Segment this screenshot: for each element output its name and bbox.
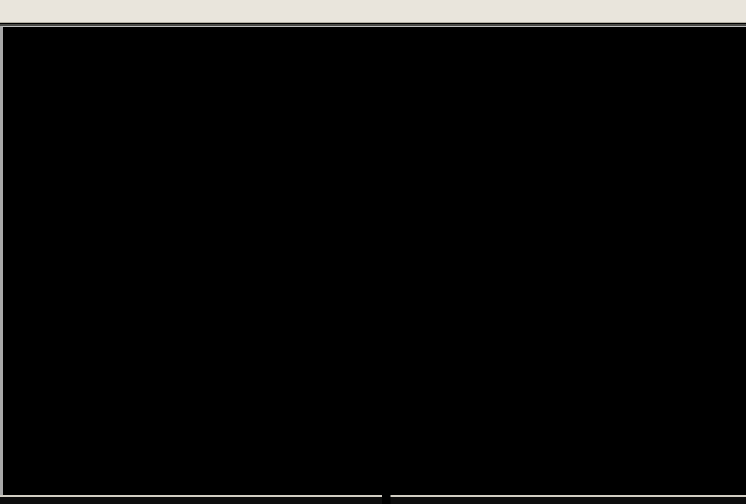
chart-title[interactable] (8, 30, 13, 42)
x-axis (0, 477, 746, 493)
metatrader-window (0, 0, 746, 504)
chart-window (0, 26, 746, 504)
candlestick-chart[interactable] (3, 27, 746, 479)
timeframe-toolbar (0, 0, 746, 23)
window-bottom-edge (0, 495, 746, 504)
